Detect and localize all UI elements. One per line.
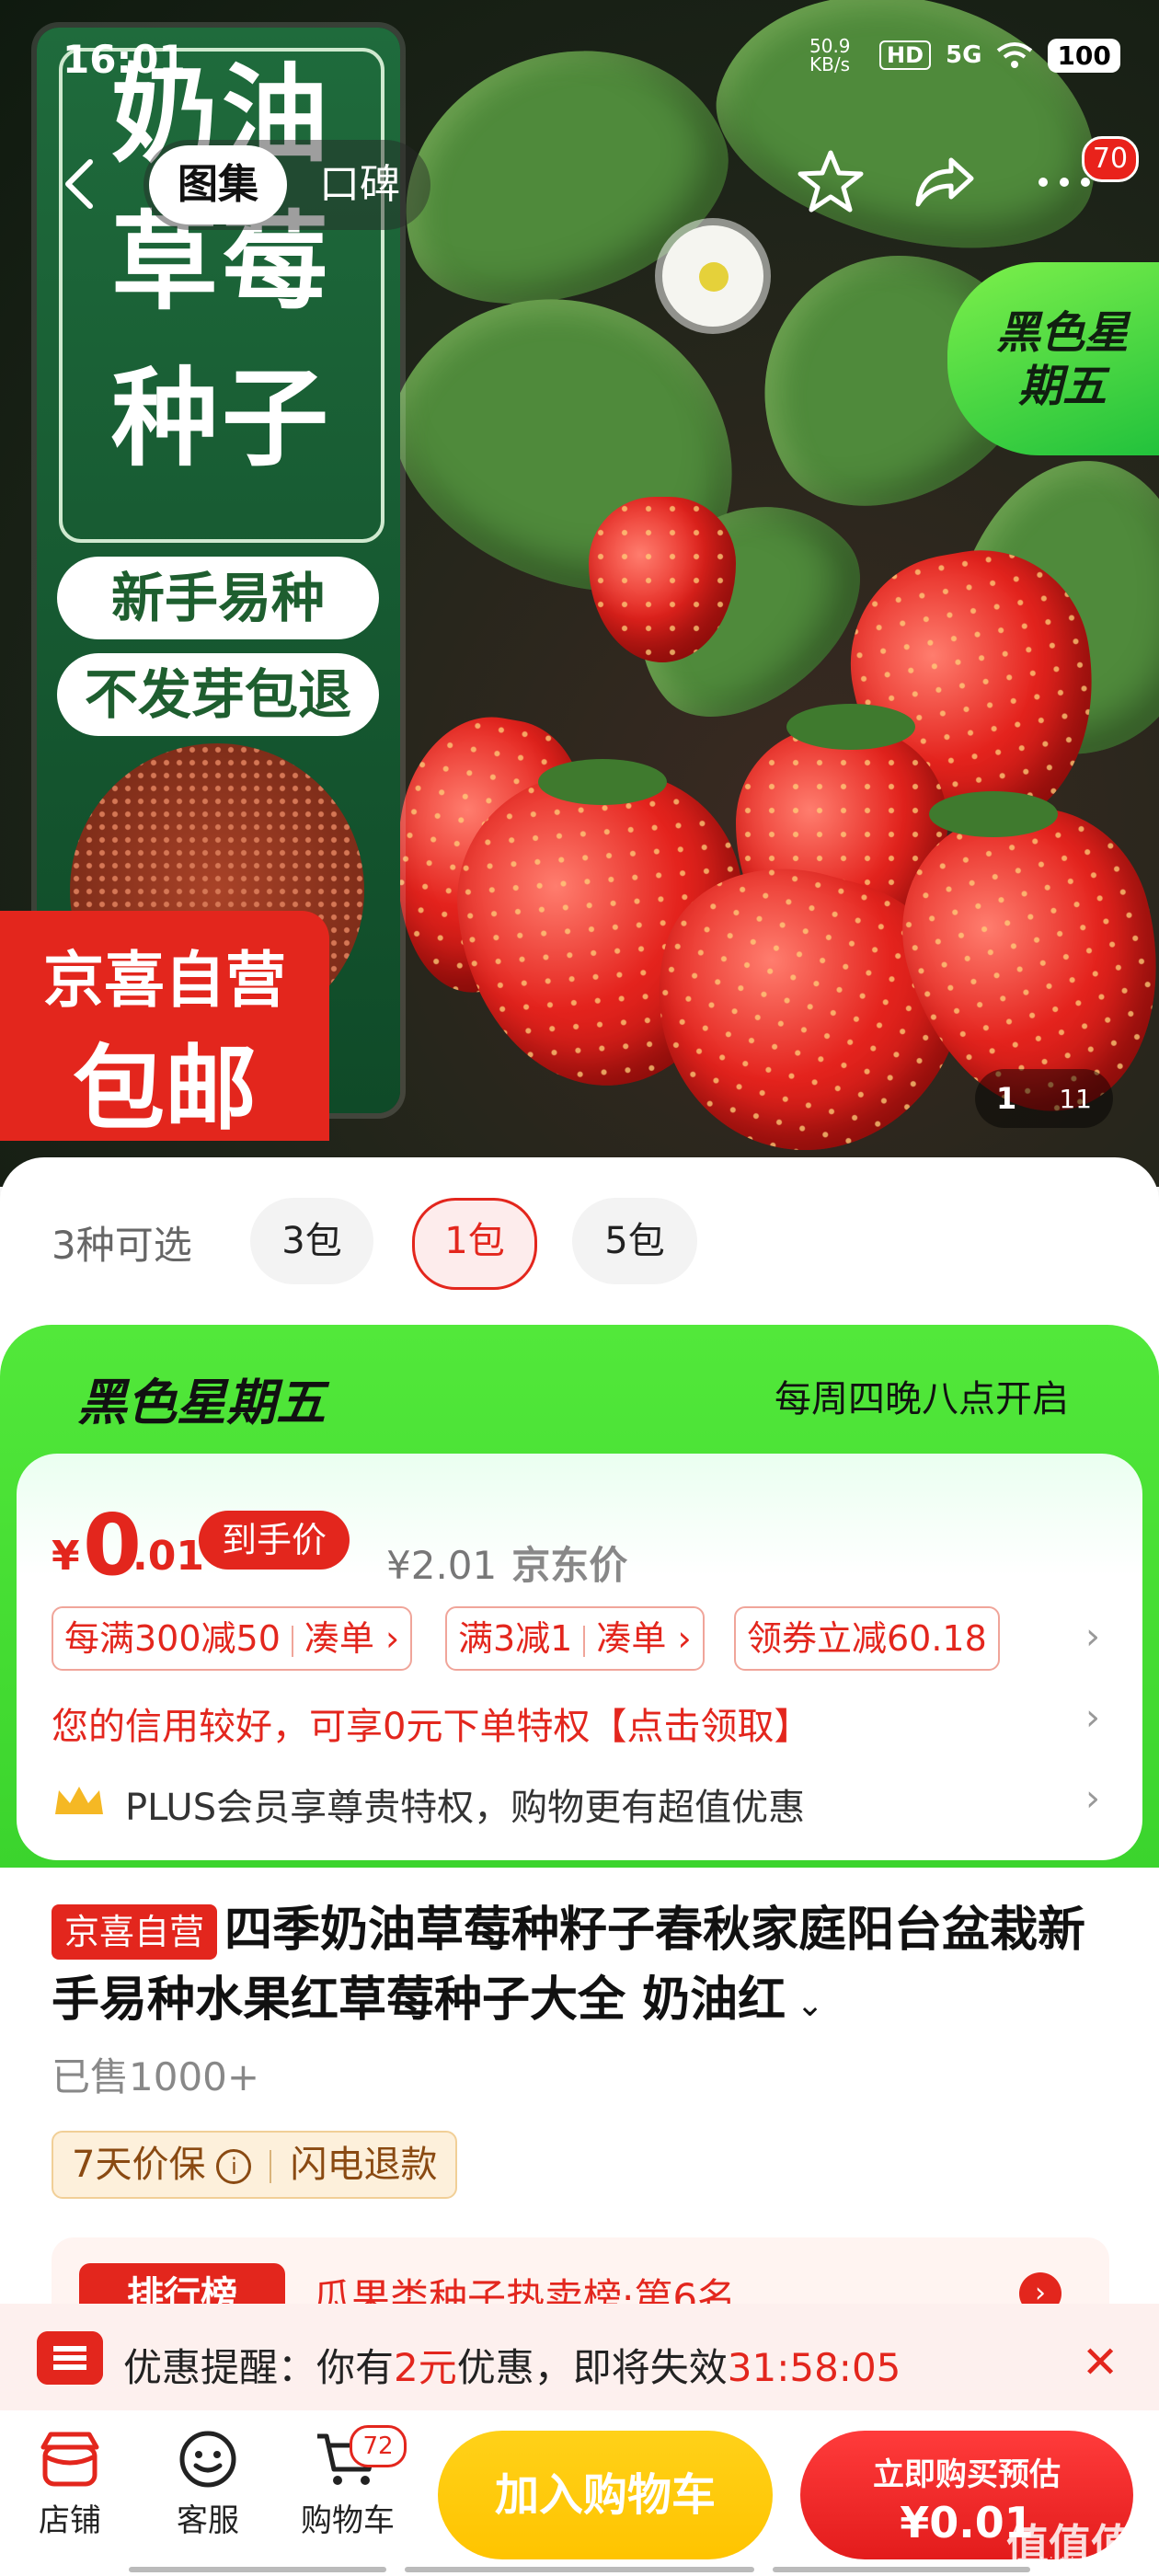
jd-price-value: ¥2.01 <box>386 1543 498 1588</box>
event-subtitle: 每周四晚八点开启 <box>775 1378 1069 1420</box>
net-speed: 50.9 KB/s <box>809 35 851 75</box>
promo-amount: 2元 <box>394 2345 457 2390</box>
promo-reminder-text: 优惠提醒：你有2元优惠，即将失效31:58:05 <box>123 2337 901 2393</box>
image-counter: 1 11 <box>975 1069 1113 1128</box>
packet-pill-easy: 新手易种 <box>57 557 379 639</box>
close-icon[interactable]: ✕ <box>1082 2337 1119 2388</box>
store-label: 店铺 <box>39 2502 101 2539</box>
share-icon[interactable] <box>911 147 979 215</box>
flower-center <box>699 262 729 292</box>
store-icon <box>40 2432 99 2487</box>
promo-countdown: 31:58:05 <box>727 2345 901 2390</box>
sold-count: 已售1000+ <box>52 2054 260 2099</box>
promo-middle: 优惠，即将失效 <box>456 2345 728 2390</box>
self-operated-badge: 京喜自营 包邮 <box>0 911 329 1143</box>
event-title: 黑色星期五 <box>77 1374 326 1432</box>
packet-pill-refund: 不发芽包退 <box>57 653 379 736</box>
status-time: 16:01 <box>63 37 186 82</box>
status-indicators: 50.9 KB/s HD 5G 100 <box>809 37 1120 74</box>
black-friday-badge: 黑色星期五 <box>947 262 1159 455</box>
store-tag: 京喜自营 <box>52 1904 218 1960</box>
gesture-bar <box>405 2567 754 2572</box>
price-currency: ¥ <box>52 1533 80 1580</box>
variant-option-5pack[interactable]: 5包 <box>572 1198 697 1284</box>
fast-refund-label: 闪电退款 <box>290 2144 438 2186</box>
favorite-star-icon[interactable] <box>797 147 865 215</box>
coupon-text: 每满300减50 <box>64 1618 281 1659</box>
promo-prefix: 优惠提醒：你有 <box>123 2345 395 2390</box>
final-price-tag: 到手价 <box>199 1511 350 1570</box>
image-total: 11 <box>1059 1083 1092 1114</box>
tab-gallery[interactable]: 图集 <box>149 145 287 224</box>
signal-icon: 5G <box>946 41 982 69</box>
cart-label: 购物车 <box>301 2502 395 2539</box>
back-icon[interactable] <box>61 156 98 212</box>
message-count-badge: 70 <box>1082 136 1139 182</box>
variant-option-1pack[interactable]: 1包 <box>412 1198 537 1290</box>
coupon-spend-300[interactable]: 每满300减50 凑单 › <box>52 1606 413 1671</box>
hd-icon: HD <box>879 40 932 70</box>
coupon-buy-3[interactable]: 满3减1 凑单 › <box>445 1606 705 1671</box>
price-protect-label: 7天价保 <box>72 2144 206 2186</box>
battery-icon: 100 <box>1048 38 1120 73</box>
customer-service-button[interactable]: 客服 <box>153 2429 263 2540</box>
packet-title-line-3: 种子 <box>111 357 332 481</box>
info-icon[interactable]: i <box>216 2149 252 2184</box>
add-to-cart-button[interactable]: 加入购物车 <box>438 2431 773 2559</box>
crown-icon <box>55 1787 103 1814</box>
customer-service-label: 客服 <box>177 2502 239 2539</box>
strawberry-cap <box>538 759 667 805</box>
gesture-bar <box>129 2567 386 2572</box>
black-friday-badge-text: 黑色星期五 <box>995 307 1129 412</box>
plus-member-link[interactable]: PLUS会员享尊贵特权，购物更有超值优惠 <box>125 1777 805 1831</box>
strawberry-cap <box>929 791 1058 837</box>
customer-service-icon <box>179 2431 236 2488</box>
coupons-chevron-icon[interactable]: › <box>1085 1616 1100 1658</box>
credit-privilege-link[interactable]: 您的信用较好，可享0元下单特权【点击领取】 <box>52 1696 810 1750</box>
variant-option-3pack[interactable]: 3包 <box>250 1198 373 1284</box>
store-button[interactable]: 店铺 <box>15 2429 125 2540</box>
gesture-bar <box>773 2567 1030 2572</box>
tab-reviews[interactable]: 口碑 <box>294 145 425 224</box>
image-index: 1 <box>996 1081 1017 1116</box>
packet-title-frame: 奶油 草莓 种子 <box>59 48 384 543</box>
badge-line-2: 包邮 <box>73 1035 257 1143</box>
coupon-text: 满3减1 <box>458 1618 573 1659</box>
coupon-claim[interactable]: 领券立减60.18 <box>734 1606 1000 1671</box>
cart-count-badge: 72 <box>350 2425 407 2467</box>
credit-chevron-icon[interactable]: › <box>1085 1696 1100 1739</box>
badge-line-1: 京喜自营 <box>43 945 286 1016</box>
wifi-icon <box>997 42 1033 68</box>
coupon-action: 凑单 › <box>596 1618 692 1659</box>
coupon-action: 凑单 › <box>304 1618 400 1659</box>
buy-now-label: 立即购买预估 <box>873 2456 1061 2493</box>
coupon-text: 领券立减60.18 <box>747 1618 987 1659</box>
service-guarantees[interactable]: 7天价保 i 闪电退款 <box>52 2131 458 2199</box>
promo-coupon-icon <box>37 2331 103 2385</box>
variant-count-label: 3种可选 <box>52 1223 192 1268</box>
watermark-url: zhizhizhi.com <box>1032 2554 1132 2571</box>
jd-price-label: 京东价 <box>511 1543 628 1588</box>
strawberry-cap <box>786 704 915 750</box>
plus-chevron-icon[interactable]: › <box>1085 1777 1100 1820</box>
jd-price: ¥2.01 京东价 <box>386 1535 627 1591</box>
expand-chevron-icon[interactable]: ⌄ <box>786 1986 824 2024</box>
price-decimal: .01 <box>132 1533 204 1580</box>
